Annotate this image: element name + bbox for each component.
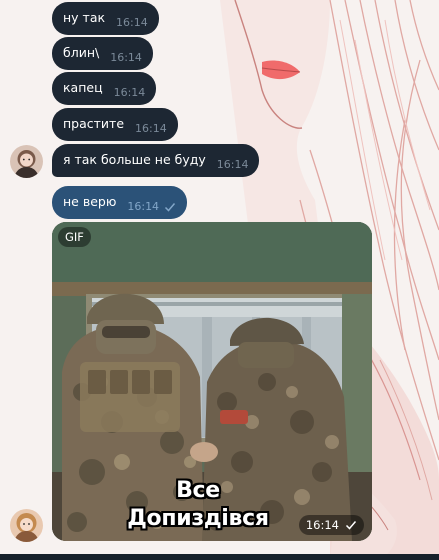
sender-avatar[interactable] [10, 145, 43, 178]
message-bubble[interactable]: я так больше не буду 16:14 [52, 144, 260, 177]
check-icon [345, 519, 357, 531]
gif-caption-line1: Все [176, 478, 220, 503]
message-time: 16:14 [127, 200, 160, 213]
message-text: блин\ [63, 45, 100, 61]
message-bubble[interactable]: капец 16:14 [52, 72, 157, 105]
message-text: я так больше не буду [63, 152, 206, 168]
message-bubble[interactable]: ну так 16:14 [52, 2, 159, 35]
message-time: 16:14 [113, 86, 146, 99]
message-bubble[interactable]: прастите 16:14 [52, 108, 178, 141]
message-time: 16:14 [216, 158, 249, 171]
message-text: капец [63, 80, 103, 96]
message-text: прастите [63, 116, 125, 132]
message-time: 16:14 [116, 16, 148, 29]
message-text: ну так [63, 10, 106, 26]
gif-message-meta: 16:14 [298, 515, 364, 535]
sender-avatar[interactable] [10, 509, 43, 542]
outgoing-message-bubble[interactable]: не верю 16:14 [52, 186, 188, 219]
message-bubble[interactable]: блин\ 16:14 [52, 37, 153, 70]
message-time: 16:14 [135, 122, 167, 135]
gif-message[interactable]: GIF Все Допиздівся 16:14 [52, 222, 372, 541]
bottom-bar [0, 554, 439, 560]
check-icon [164, 201, 176, 213]
message-time: 16:14 [110, 51, 142, 64]
gif-caption-line2: Допиздівся [127, 506, 269, 531]
message-text: не верю [63, 194, 117, 210]
gif-badge: GIF [58, 227, 91, 247]
message-time: 16:14 [305, 518, 339, 532]
